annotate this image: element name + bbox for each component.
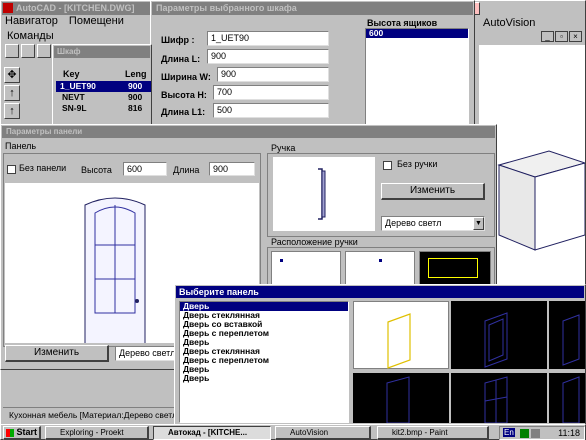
handle-position-option-selected[interactable] <box>419 251 491 285</box>
close-icon[interactable]: × <box>569 31 582 42</box>
start-label: Start <box>16 427 38 437</box>
list-item[interactable]: 1_UET90 900 <box>56 81 151 92</box>
tray-icon[interactable] <box>531 429 540 438</box>
status-text: Кухонная мебель [Материал:Дерево светл <box>9 410 177 420</box>
menu-rooms[interactable]: Помещени <box>69 15 124 27</box>
save-file-icon[interactable] <box>37 44 51 58</box>
length-field[interactable]: 900 <box>207 49 329 64</box>
panel-thumbnail[interactable] <box>549 373 585 424</box>
status-bar: Кухонная мебель [Материал:Дерево светл <box>3 407 177 421</box>
select-panel-title-bar[interactable]: Выберите панель <box>176 286 584 298</box>
panel-type-list[interactable]: Дверь Дверь стеклянная Дверь со вставкой… <box>179 301 349 423</box>
list-item[interactable]: NEVT 900 <box>56 92 151 103</box>
tray-icon[interactable] <box>520 429 529 438</box>
panel-thumbnail[interactable] <box>353 373 449 424</box>
handle-group-label: Ручка <box>271 143 296 153</box>
parameters-title-bar[interactable]: Параметры выбранного шкафа <box>152 2 473 15</box>
panel-thumbnail[interactable] <box>451 301 547 369</box>
panel-height-label: Высота <box>81 165 112 175</box>
language-indicator[interactable]: En <box>503 428 515 437</box>
toolbar-top <box>5 44 55 59</box>
length-label: Длина L: <box>161 54 201 64</box>
panel-dialog-title-bar[interactable]: Параметры панели <box>2 126 495 138</box>
cabinet-list-window: Шкаф Key Leng 1_UET90 900 NEVT 900 SN-9L… <box>52 44 152 128</box>
cipher-field[interactable]: 1_UET90 <box>207 31 329 46</box>
panel-thumb-drawing <box>387 313 411 369</box>
handle-selection-frame <box>428 258 478 278</box>
no-panel-label: Без панели <box>19 163 67 173</box>
drawer-height-list[interactable]: 600 <box>365 28 469 126</box>
list-item[interactable]: SN-9L 816 <box>56 103 151 114</box>
panel-dialog-title: Параметры панели <box>6 127 83 136</box>
list-item[interactable]: Дверь <box>180 374 348 383</box>
handle-material-select[interactable]: Дерево светл ▼ <box>381 216 485 231</box>
new-file-icon[interactable] <box>5 44 19 58</box>
width-field[interactable]: 900 <box>217 67 329 82</box>
col-key-header[interactable]: Key <box>63 69 80 79</box>
autocad-menubar: Навигатор Помещени <box>5 15 155 28</box>
chevron-down-icon[interactable]: ▼ <box>473 217 484 230</box>
handle-drawing <box>318 168 326 220</box>
cipher-label: Шифр : <box>161 35 195 45</box>
windows-logo-icon <box>5 428 14 437</box>
handle-position-label: Расположение ручки <box>271 237 358 247</box>
menu-commands[interactable]: Команды <box>7 30 54 42</box>
cabinet-list-title: Шкаф <box>57 47 81 56</box>
panel-thumbnail-selected[interactable] <box>353 301 449 369</box>
cabinet-list-title-bar[interactable]: Шкаф <box>54 46 150 58</box>
panel-material-select[interactable]: Дерево светл <box>115 346 179 361</box>
select-panel-title: Выберите панель <box>179 287 259 297</box>
parameters-window: Параметры выбранного шкафа Шифр : 1_UET9… <box>150 0 475 128</box>
autocad-app-icon[interactable] <box>3 3 13 13</box>
handle-position-option[interactable] <box>345 251 415 285</box>
panel-change-button[interactable]: Изменить <box>5 345 109 362</box>
cabinet-list[interactable]: 1_UET90 900 NEVT 900 SN-9L 816 <box>56 81 151 125</box>
width-label: Ширина W: <box>161 72 211 82</box>
autocad-title: AutoCAD - [KITCHEN.DWG] <box>16 3 135 13</box>
toolbar-left: ✥ ↑ ↑ <box>4 67 22 127</box>
panel-thumbnail[interactable] <box>549 301 585 369</box>
minimize-icon[interactable]: _ <box>541 31 554 42</box>
taskbar-item-paint[interactable]: kit2.bmp - Paint <box>377 426 489 440</box>
open-file-icon[interactable] <box>21 44 35 58</box>
clock: 11:18 <box>558 428 580 438</box>
panel-length-field[interactable]: 900 <box>209 162 255 176</box>
taskbar-item-autovision[interactable]: AutoVision <box>275 426 371 440</box>
autocad-title-bar[interactable]: AutoCAD - [KITCHEN.DWG] <box>2 2 152 15</box>
select-panel-window: Выберите панель Дверь Дверь стеклянная Д… <box>174 284 586 426</box>
panel-thumbnail[interactable] <box>451 373 547 424</box>
handle-change-button[interactable]: Изменить <box>381 183 485 200</box>
taskbar: Start Exploring - Proekt Автокад - [KITC… <box>0 424 586 440</box>
taskbar-item-exploring[interactable]: Exploring - Proekt <box>45 426 149 440</box>
parameters-title: Параметры выбранного шкафа <box>156 3 297 13</box>
handle-preview <box>273 157 375 231</box>
no-handle-checkbox[interactable] <box>383 161 392 170</box>
panel-length-label: Длина <box>173 165 200 175</box>
panel-group-label: Панель <box>5 141 37 151</box>
system-tray: En 11:18 <box>499 426 585 440</box>
window-controls: _ ▫ × <box>541 31 585 42</box>
restore-icon[interactable]: ▫ <box>555 31 568 42</box>
col-length-header[interactable]: Leng <box>125 69 147 79</box>
length1-field[interactable]: 500 <box>213 103 329 118</box>
height-label: Высота H: <box>161 90 207 100</box>
pan-icon[interactable]: ✥ <box>4 67 20 83</box>
handle-dot-icon <box>379 259 382 262</box>
arrow-up2-icon[interactable]: ↑ <box>4 103 20 119</box>
arrow-up-icon[interactable]: ↑ <box>4 85 20 101</box>
handle-dot-icon <box>280 259 283 262</box>
drawer-height-item[interactable]: 600 <box>366 29 468 38</box>
no-handle-label: Без ручки <box>397 159 438 169</box>
length1-label: Длина L1: <box>161 107 206 117</box>
height-field[interactable]: 700 <box>213 85 329 100</box>
autovision-label[interactable]: AutoVision <box>483 17 535 29</box>
panel-height-field[interactable]: 600 <box>123 162 167 176</box>
start-button[interactable]: Start <box>3 426 41 440</box>
handle-position-option[interactable] <box>271 251 341 285</box>
no-panel-checkbox[interactable] <box>7 165 16 174</box>
drawer-height-label: Высота ящиков <box>367 18 438 28</box>
taskbar-item-autocad[interactable]: Автокад - [KITCHE... <box>153 426 271 440</box>
menu-navigator[interactable]: Навигатор <box>5 15 58 27</box>
